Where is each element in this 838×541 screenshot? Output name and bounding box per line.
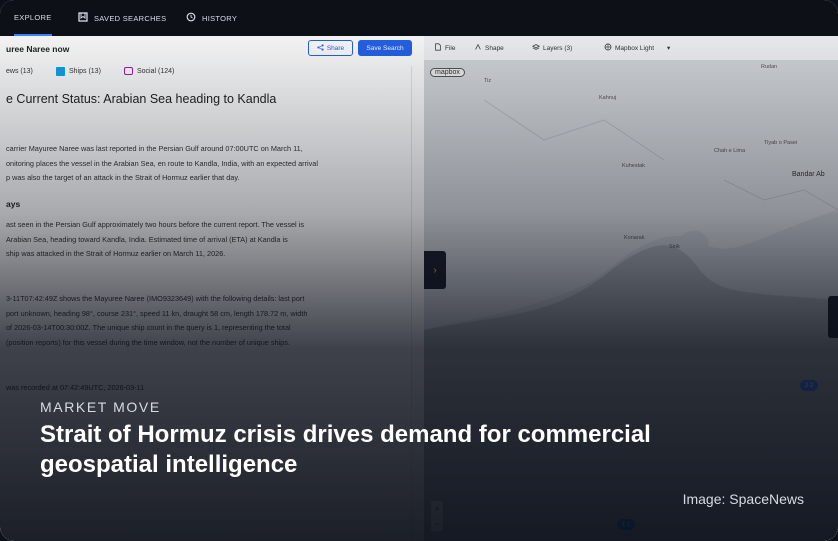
text-line: was recorded at 07:42:49UTC, 2026-03-11	[6, 383, 145, 392]
shape-icon	[474, 43, 482, 53]
record-paragraph: was recorded at 07:42:49UTC, 2026-03-11	[6, 381, 410, 396]
chevron-down-icon: ▾	[667, 45, 671, 52]
caption-title: Strait of Hormuz crisis drives demand fo…	[40, 421, 651, 478]
file-button[interactable]: File	[434, 43, 455, 53]
shape-button[interactable]: Shape	[474, 43, 504, 53]
file-label: File	[445, 44, 456, 52]
caption-kicker: MARKET MOVE	[40, 399, 161, 415]
collapse-panel-button[interactable]: ›	[424, 251, 446, 289]
share-label: Share	[326, 44, 345, 52]
text-line: of 2026-03-14T00:30:00Z. The unique ship…	[6, 323, 291, 332]
tab-saved-searches[interactable]: SAVED SEARCHES	[78, 0, 166, 36]
share-icon	[317, 43, 324, 53]
text-line: (position reports) for this vessel durin…	[6, 337, 290, 347]
text-line: ship was attacked in the Strait of Hormu…	[6, 249, 226, 258]
zoom-control[interactable]: + −	[430, 500, 444, 532]
filter-social[interactable]: Social (124)	[124, 67, 174, 75]
filter-label: Social (124)	[137, 67, 175, 75]
tab-label: HISTORY	[202, 13, 238, 23]
text-line: port unknown, heading 98°, course 231°, …	[6, 308, 308, 318]
layers-icon	[531, 43, 541, 53]
cluster-badge[interactable]: 1 1	[617, 519, 635, 530]
place-label: Bandar Ab	[792, 171, 825, 178]
text-line: onitoring places the vessel in the Arabi…	[6, 158, 318, 168]
zoom-in-icon[interactable]: +	[434, 504, 439, 514]
text-line: ast seen in the Persian Gulf approximate…	[6, 220, 304, 229]
tab-explore[interactable]: EXPLORE	[14, 0, 52, 36]
status-heading: e Current Status: Arabian Sea heading to…	[6, 92, 277, 106]
place-label: Tiz	[484, 78, 492, 84]
image-credit: Image: SpaceNews	[682, 491, 804, 507]
tab-history[interactable]: HISTORY	[186, 0, 237, 36]
bookmark-icon	[78, 12, 88, 24]
text-line: carrier Mayuree Naree was last reported …	[6, 144, 303, 153]
section-heading: ays	[6, 199, 21, 209]
tab-label: EXPLORE	[14, 12, 52, 22]
place-label: Kahnuj	[599, 95, 617, 101]
history-icon	[186, 12, 196, 24]
map-style-select[interactable]: Mapbox Light ▾	[604, 43, 670, 53]
ship-icon	[56, 66, 65, 76]
place-label: Sirik	[669, 244, 680, 250]
summary-paragraph: carrier Mayuree Naree was last reported …	[6, 142, 410, 186]
place-label: Chah e Lima	[714, 148, 746, 154]
layers-button[interactable]: Layers (3)	[531, 43, 573, 53]
filter-news[interactable]: ews (13)	[6, 68, 33, 75]
vessel-title: uree Naree now	[6, 44, 70, 54]
side-drawer-handle[interactable]	[828, 296, 838, 338]
text-line: Arabian Sea, heading toward Kandla, Indi…	[6, 234, 288, 244]
filter-label: ews (13)	[6, 67, 33, 75]
filter-ships[interactable]: Ships (13)	[56, 66, 101, 76]
chevron-right-icon: ›	[433, 264, 437, 276]
text-line: p was also the target of an attack in th…	[6, 173, 240, 182]
cluster-badge[interactable]: 2 2	[800, 380, 818, 391]
save-search-button[interactable]: Save Search	[358, 40, 412, 56]
layers-label: Layers (3)	[543, 44, 573, 52]
place-label: Tiyab o Pasei	[764, 140, 798, 146]
chat-icon	[124, 67, 133, 75]
file-icon	[434, 43, 442, 53]
shape-label: Shape	[485, 44, 504, 52]
tab-label: SAVED SEARCHES	[94, 13, 167, 23]
text-line: 3-11T07:42:49Z shows the Mayuree Naree (…	[6, 294, 305, 303]
details-paragraph: 3-11T07:42:49Z shows the Mayuree Naree (…	[6, 292, 410, 350]
zoom-out-icon[interactable]: −	[434, 519, 439, 529]
days-paragraph: ast seen in the Persian Gulf approximate…	[6, 218, 410, 262]
mapbox-logo: mapbox	[430, 68, 465, 77]
place-label: Konarak	[624, 235, 645, 241]
place-label: Rudan	[761, 64, 778, 70]
top-navigation: EXPLORE SAVED SEARCHES HISTORY	[0, 0, 838, 36]
map-toolbar: File Shape Layers (3) Mapbox Light ▾	[424, 36, 838, 61]
map-style-label: Mapbox Light	[615, 44, 655, 52]
screenshot-frame: EXPLORE SAVED SEARCHES HISTORY uree Nare…	[0, 0, 838, 541]
place-label: Kuhestak	[622, 163, 645, 169]
report-header: uree Naree now Share Save Search	[0, 36, 424, 62]
globe-icon	[604, 43, 612, 53]
share-button[interactable]: Share	[308, 40, 353, 56]
report-heading-block: e Current Status: Arabian Sea heading to…	[6, 92, 402, 106]
filter-label: Ships (13)	[69, 67, 101, 75]
